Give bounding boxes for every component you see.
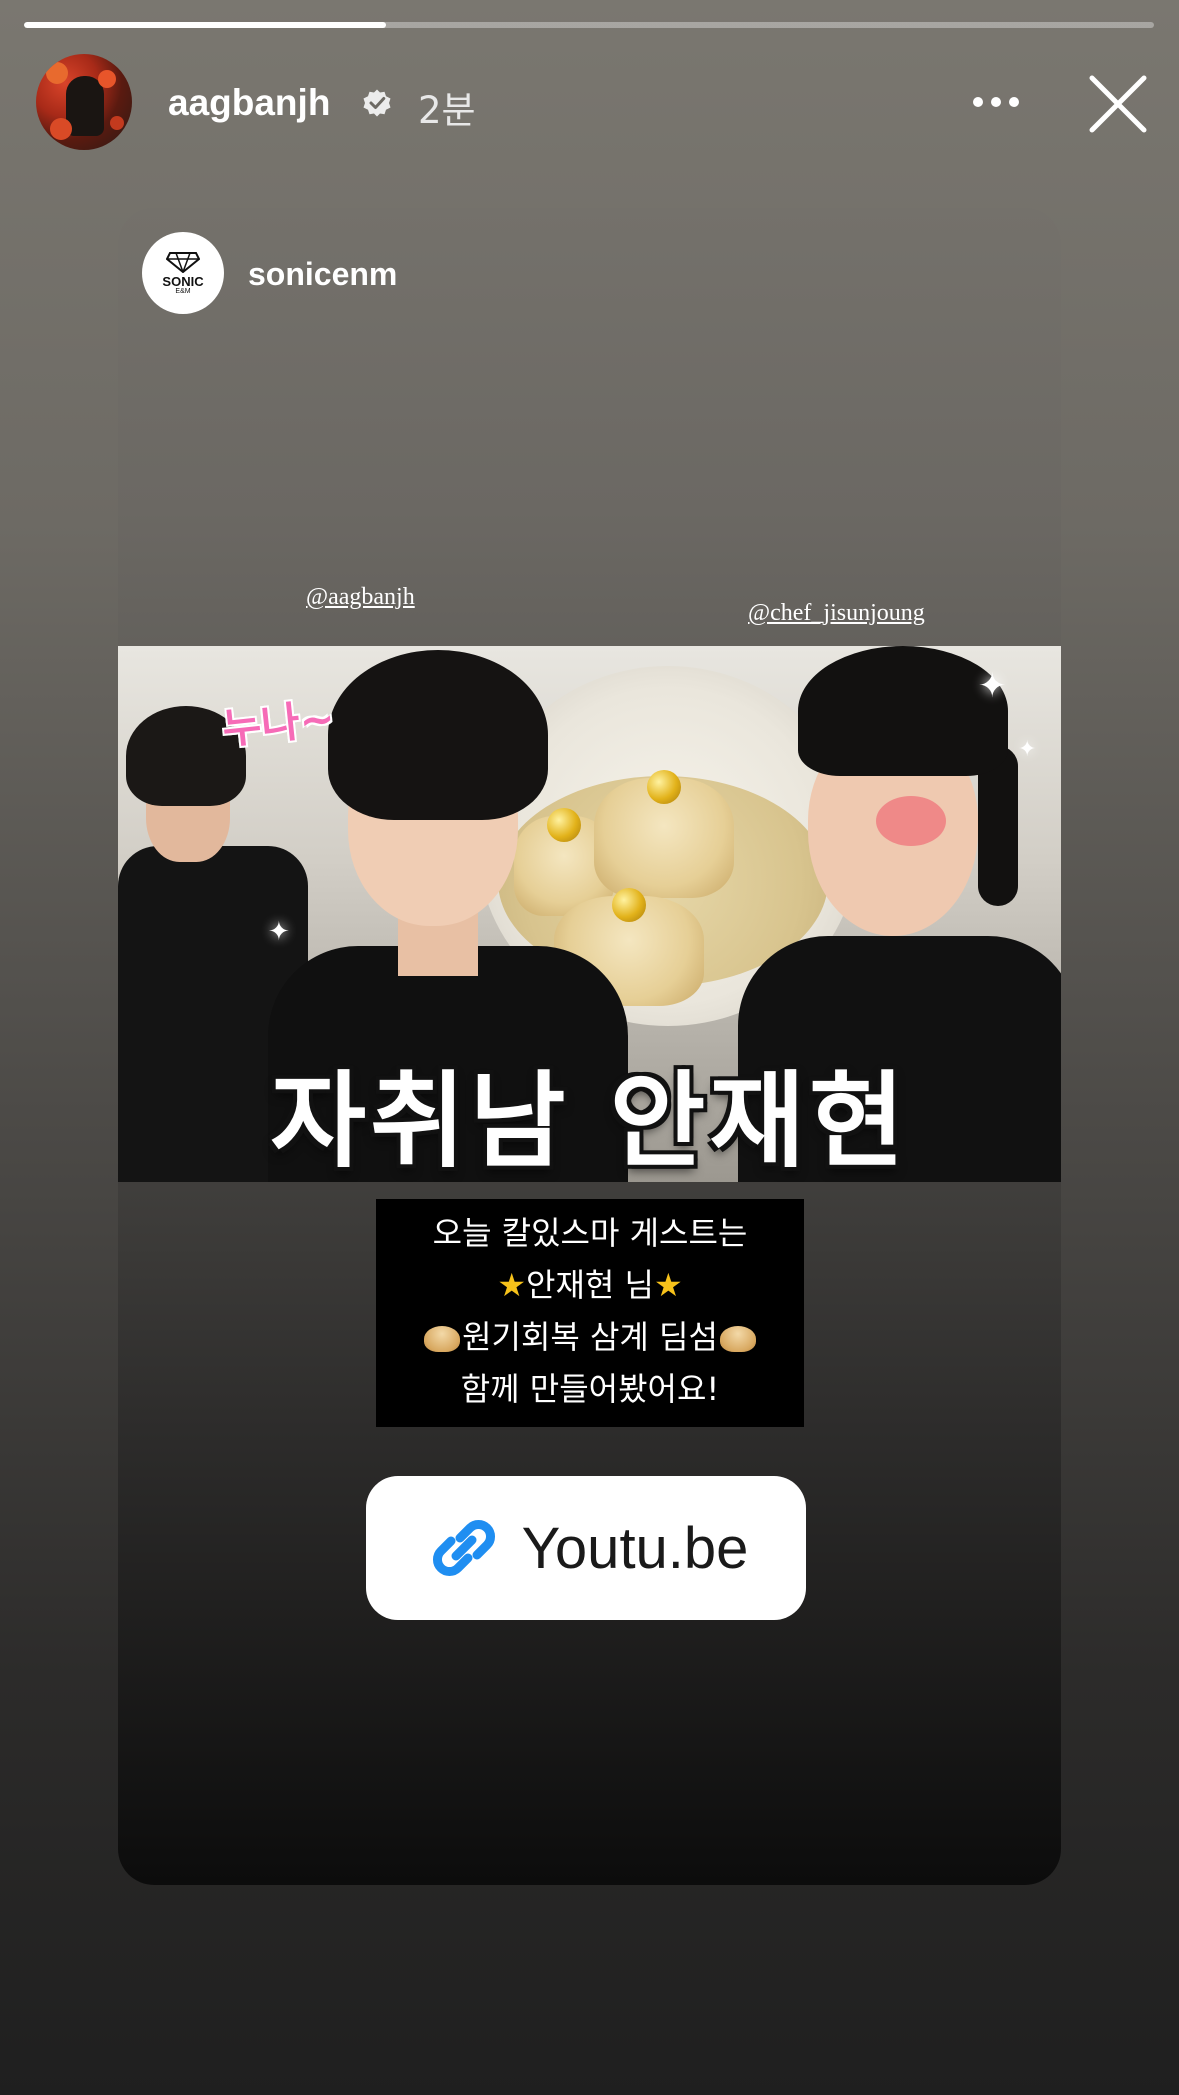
dumpling-icon <box>424 1326 461 1352</box>
diamond-logo-icon <box>166 252 200 273</box>
sparkle-icon: ✦ <box>1018 736 1037 761</box>
caption-line: 함께 만들어봤어요! <box>460 1370 720 1408</box>
verified-badge-icon <box>363 89 391 117</box>
sparkle-icon: ✦ <box>978 667 1007 705</box>
star-icon: ★ <box>653 1266 683 1304</box>
shared-post-avatar[interactable]: SONIC E&M <box>142 232 224 314</box>
story-progress-bar <box>24 22 1154 28</box>
close-icon[interactable] <box>1086 72 1150 136</box>
thumbnail-sticker-text: 누나~ <box>220 693 338 754</box>
profile-avatar[interactable] <box>36 54 132 150</box>
caption-line: 원기회복 삼계 딤섬 <box>382 1311 798 1363</box>
caption-box: 오늘 칼있스마 게스트는 ★안재현 님★ 원기회복 삼계 딤섬 함께 만들어봤어… <box>376 1199 804 1427</box>
thumbnail-title: 자취남 안재현 <box>270 1060 909 1182</box>
dumpling <box>594 770 734 898</box>
logo-subtext: E&M <box>175 288 191 295</box>
story-time-ago: 2분 <box>418 89 476 132</box>
mention-tag[interactable]: @chef_jisunjoung <box>748 600 925 627</box>
link-icon <box>432 1520 495 1576</box>
sparkle-icon: ✦ <box>268 916 290 946</box>
caption-line: 오늘 칼있스마 게스트는 <box>432 1214 748 1252</box>
caption-line: ★안재현 님★ <box>497 1266 683 1304</box>
star-icon: ★ <box>497 1266 527 1304</box>
story-header: aagbanjh 2분 <box>36 54 1156 150</box>
shared-post-username[interactable]: sonicenm <box>248 256 397 293</box>
shared-post-card[interactable]: SONIC E&M sonicenm @aagbanjh @chef_jisun… <box>118 208 1061 1885</box>
link-label: Youtu.be <box>521 1515 749 1581</box>
more-horizontal-icon[interactable] <box>972 94 1020 110</box>
dumpling-icon <box>719 1326 756 1352</box>
story-progress-fill <box>24 22 386 28</box>
logo-text: SONIC <box>162 274 204 289</box>
video-thumbnail: ✦ ✦ ✦ 누나~ 자취남 안재현 <box>118 646 1061 1182</box>
mention-tag[interactable]: @aagbanjh <box>306 584 415 611</box>
story-username[interactable]: aagbanjh <box>168 82 330 124</box>
link-sticker-button[interactable]: Youtu.be <box>366 1476 806 1620</box>
